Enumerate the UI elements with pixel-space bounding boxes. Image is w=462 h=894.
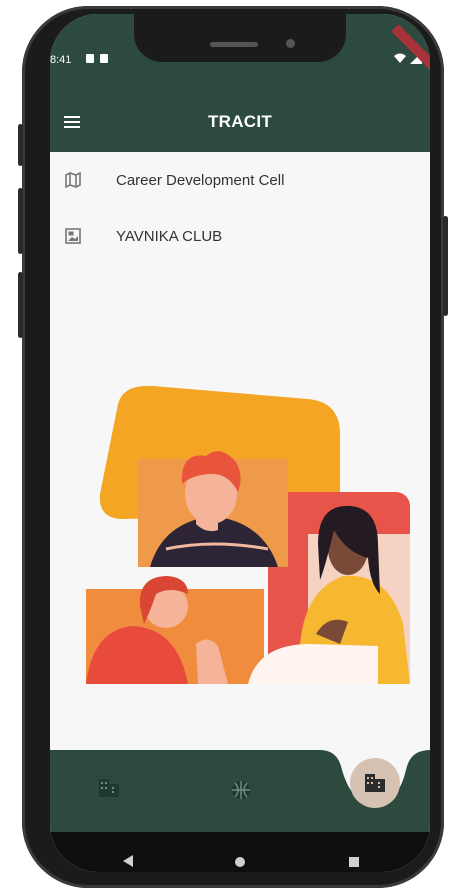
volume-up-button xyxy=(18,124,23,166)
sim-icon xyxy=(100,54,108,63)
screen: 8:41 TRACIT Career Development Cell YAVN… xyxy=(50,14,430,872)
camera xyxy=(286,39,295,48)
image-icon xyxy=(62,228,84,244)
notification-icons xyxy=(86,54,108,63)
system-navigation-bar xyxy=(50,832,430,872)
volume-down-button xyxy=(18,188,23,254)
status-time: 8:41 xyxy=(50,54,72,66)
home-button[interactable] xyxy=(234,855,246,872)
side-button xyxy=(18,272,23,338)
nav-item-sports[interactable] xyxy=(230,779,252,806)
home-icon xyxy=(235,857,245,867)
map-icon xyxy=(62,172,84,188)
recents-button[interactable] xyxy=(348,855,360,872)
app-title: TRACIT xyxy=(207,112,273,131)
speaker xyxy=(210,42,258,47)
people-video-call-illustration xyxy=(78,344,418,684)
list-item-career-development-cell[interactable]: Career Development Cell xyxy=(50,152,430,208)
wifi-icon xyxy=(394,53,406,63)
notch xyxy=(134,14,346,62)
sports-basketball-icon xyxy=(232,781,250,799)
power-button xyxy=(443,216,448,316)
building-icon xyxy=(99,779,119,797)
list-item-label: Career Development Cell xyxy=(116,171,285,189)
recents-icon xyxy=(349,857,359,867)
list-item-yavnika-club[interactable]: YAVNIKA CLUB xyxy=(50,208,430,264)
notification-icon xyxy=(86,54,94,63)
list-item-label: YAVNIKA CLUB xyxy=(116,227,223,245)
debug-banner xyxy=(391,24,430,74)
fab-clubs-selected[interactable] xyxy=(350,758,400,808)
back-icon xyxy=(123,855,133,867)
page: 8:41 TRACIT Career Development Cell YAVN… xyxy=(0,0,462,894)
app-bar: TRACIT xyxy=(50,94,430,152)
club-list: Career Development Cell YAVNIKA CLUB xyxy=(50,152,430,264)
back-button[interactable] xyxy=(122,854,134,872)
building-icon xyxy=(365,774,385,792)
nav-item-clubs[interactable] xyxy=(98,778,120,803)
